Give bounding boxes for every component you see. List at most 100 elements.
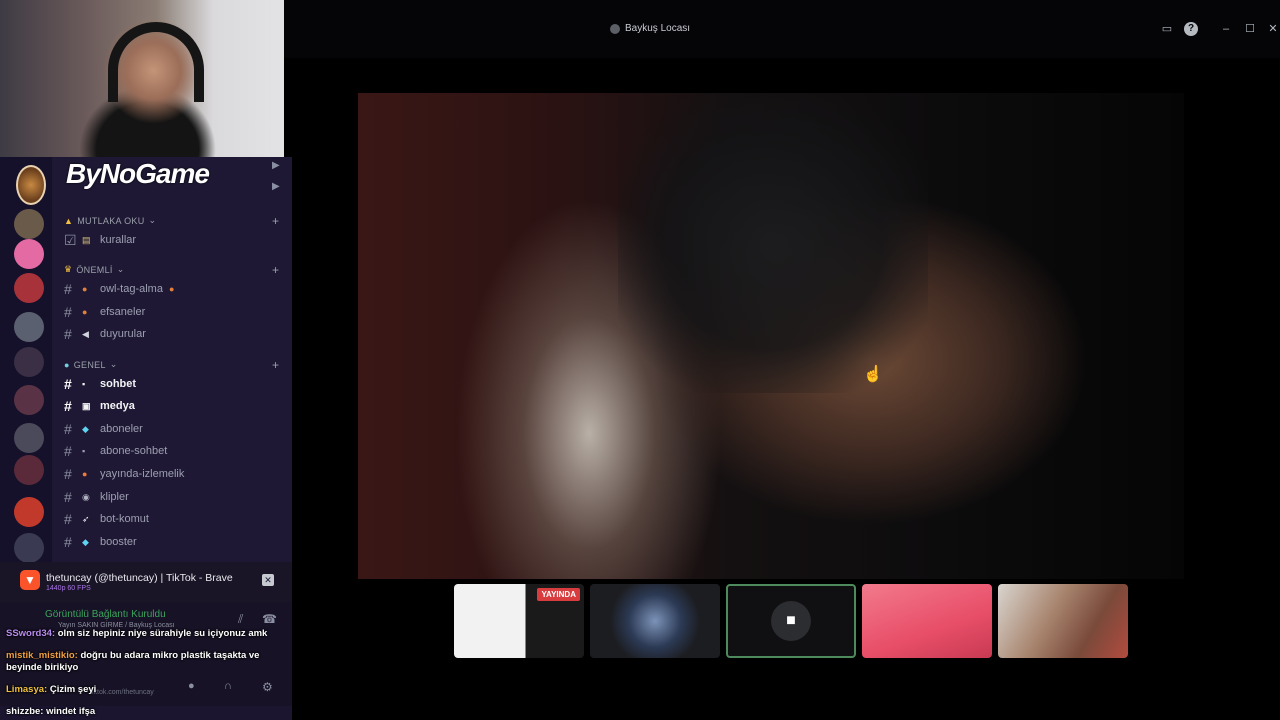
help-icon[interactable]: ? xyxy=(1184,22,1198,36)
server-icon[interactable] xyxy=(14,347,44,377)
channel-label: bot-komut xyxy=(100,513,149,525)
gem-icon: ◆ xyxy=(82,423,89,434)
channel-yayinda-izlemelik[interactable]: # ● yayında-izlemelik xyxy=(64,464,184,484)
inbox-icon[interactable]: ▭ xyxy=(1160,22,1174,36)
circle-icon: ● xyxy=(64,359,70,370)
channel-sohbet[interactable]: # ▪ sohbet xyxy=(64,374,136,394)
server-icon[interactable] xyxy=(14,533,44,563)
hash-icon: # xyxy=(64,421,72,437)
hash-icon: # xyxy=(64,281,72,297)
add-channel-icon[interactable]: + xyxy=(272,358,279,372)
channel-label: duyurular xyxy=(100,328,146,340)
chat-message: SSword34: olm siz hepiniz niye sürahiyle… xyxy=(6,628,276,640)
video-icon[interactable]: ▶ xyxy=(272,181,280,192)
chat-nick: shizzbe: xyxy=(6,706,44,717)
channel-label: aboneler xyxy=(100,423,143,435)
server-icon[interactable] xyxy=(14,209,44,239)
channel-label: kurallar xyxy=(100,234,137,246)
hash-icon: # xyxy=(64,376,72,392)
hash-icon: # xyxy=(64,443,72,459)
hash-icon: # xyxy=(64,511,72,527)
maximize-button[interactable]: ☐ xyxy=(1243,22,1257,36)
channel-label: klipler xyxy=(100,491,129,503)
chat-nick: mistik_mistikio: xyxy=(6,650,78,661)
main-video-stream[interactable] xyxy=(358,93,1184,579)
server-icon xyxy=(610,23,620,34)
brave-icon: ▼ xyxy=(20,570,40,590)
streamer-webcam xyxy=(0,0,284,157)
server-icon[interactable] xyxy=(14,385,44,415)
server-icon[interactable] xyxy=(14,273,44,303)
rocket-icon: ➶ xyxy=(82,513,90,524)
server-list xyxy=(0,157,52,577)
chat-text: Çizim şeyi xyxy=(49,684,97,695)
chat-icon: ▪ xyxy=(82,379,86,389)
close-button[interactable]: ✕ xyxy=(1266,22,1280,36)
channel-label: booster xyxy=(100,536,137,548)
server-icon[interactable] xyxy=(14,455,44,485)
channel-label: abone-sohbet xyxy=(100,445,168,457)
hash-icon: # xyxy=(64,489,72,505)
voice-status: Görüntülü Bağlantı Kuruldu xyxy=(45,609,166,620)
hash-icon: # xyxy=(64,304,72,320)
category-label: ÖNEMLİ xyxy=(76,264,113,275)
channel-kurallar[interactable]: ☑ ▤ kurallar xyxy=(64,230,136,250)
chat-icon: ▪ xyxy=(82,446,86,456)
chevron-down-icon: ⌄ xyxy=(109,359,118,369)
live-badge: YAYINDA xyxy=(537,588,580,601)
chat-nick: Limasya: xyxy=(6,684,48,695)
owl-icon: ● xyxy=(82,284,88,294)
mouse-cursor-icon: ☝ xyxy=(863,366,883,383)
channel-label: owl-tag-alma xyxy=(100,283,163,295)
megaphone-icon: ◀ xyxy=(82,328,89,339)
participant-tile[interactable] xyxy=(998,584,1128,658)
channel-owl-tag-alma[interactable]: # ● owl-tag-alma ● xyxy=(64,279,174,299)
add-channel-icon[interactable]: + xyxy=(272,263,279,277)
hash-icon: # xyxy=(64,466,72,482)
chat-nick: SSword34: xyxy=(6,628,56,639)
add-channel-icon[interactable]: + xyxy=(272,214,279,228)
server-icon[interactable] xyxy=(14,239,44,269)
owl-logo-icon xyxy=(16,165,46,205)
channel-label: efsaneler xyxy=(100,306,146,318)
notification-subtitle: 1440p 60 FPS xyxy=(46,585,91,592)
channel-bot-komut[interactable]: # ➶ bot-komut xyxy=(64,509,149,529)
category-mutlaka-oku[interactable]: ▲ MUTLAKA OKU ⌄ + xyxy=(64,214,279,228)
server-icon[interactable] xyxy=(14,423,44,453)
channel-aboneler[interactable]: # ◆ aboneler xyxy=(64,419,143,439)
server-icon[interactable] xyxy=(14,497,44,527)
list-icon: ▤ xyxy=(82,234,91,245)
category-label: GENEL xyxy=(73,359,106,370)
title-bar xyxy=(284,0,1280,58)
window-title: Baykuş Locası xyxy=(610,23,690,34)
channel-abone-sohbet[interactable]: # ▪ abone-sohbet xyxy=(64,441,167,461)
channel-booster[interactable]: # ◆ booster xyxy=(64,532,137,552)
warning-icon: ▲ xyxy=(64,215,74,226)
disconnect-icon[interactable]: ☎ xyxy=(262,612,277,626)
channel-efsaneler[interactable]: # ● efsaneler xyxy=(64,302,145,322)
channel-label: medya xyxy=(100,400,135,412)
channel-label: sohbet xyxy=(100,378,137,390)
popcorn-icon: ● xyxy=(82,469,88,479)
channel-medya[interactable]: # ▣ medya xyxy=(64,396,135,416)
channel-klipler[interactable]: # ◉ klipler xyxy=(64,487,129,507)
hash-icon: # xyxy=(64,326,72,342)
server-icon[interactable] xyxy=(14,312,44,342)
chat-text: windet ifşa xyxy=(46,706,96,717)
category-genel[interactable]: ● GENEL ⌄ + xyxy=(64,358,279,372)
chat-message: shizzbe: windet ifşa xyxy=(6,706,276,718)
gem-icon: ◆ xyxy=(82,536,89,547)
minimize-button[interactable]: – xyxy=(1219,22,1233,36)
noise-suppression-icon[interactable]: ⫽ xyxy=(238,612,243,627)
participant-tile[interactable]: YAYINDA xyxy=(454,584,584,658)
category-label: MUTLAKA OKU xyxy=(77,215,145,226)
participant-tile-selected[interactable]: ■ xyxy=(726,584,856,658)
owl-icon: ● xyxy=(82,307,88,317)
participant-tile[interactable] xyxy=(590,584,720,658)
hash-icon: # xyxy=(64,534,72,550)
category-onemli[interactable]: ♛ ÖNEMLİ ⌄ + xyxy=(64,263,279,277)
close-icon[interactable]: ✕ xyxy=(262,574,274,586)
video-icon[interactable]: ▶ xyxy=(272,160,280,171)
participant-tile[interactable] xyxy=(862,584,992,658)
channel-duyurular[interactable]: # ◀ duyurular xyxy=(64,324,146,344)
